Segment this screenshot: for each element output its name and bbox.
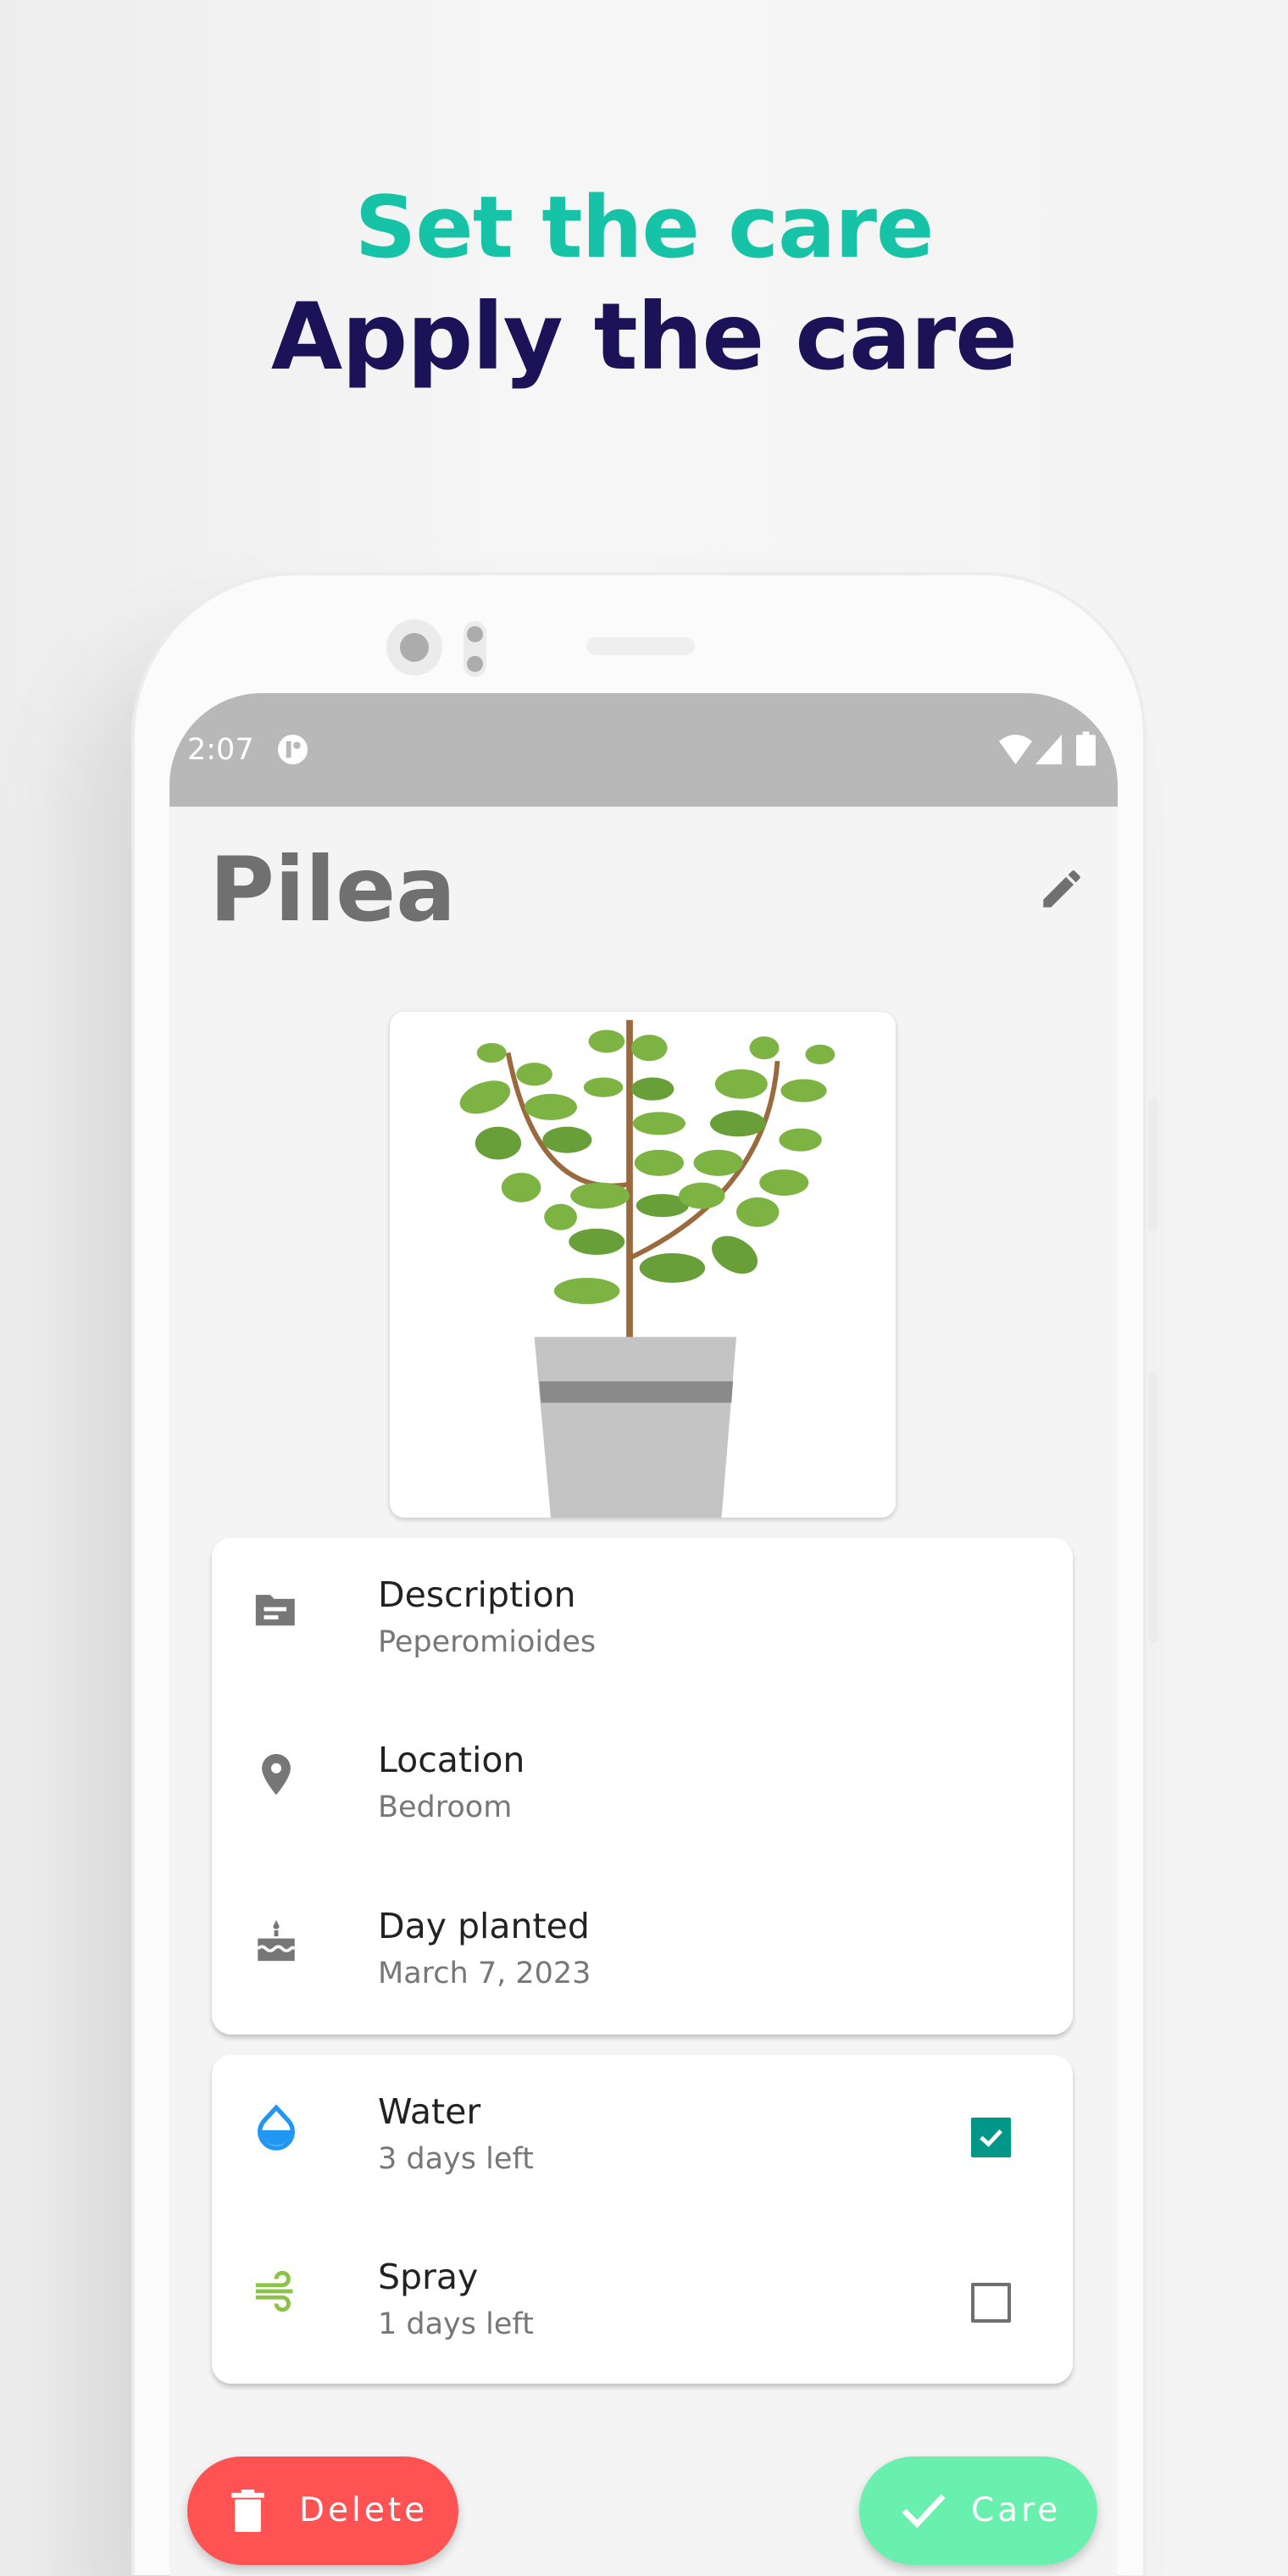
plant-image (390, 1012, 896, 1518)
water-drop-icon (258, 2104, 295, 2151)
care-row-spray[interactable]: Spray 1 days left (212, 2257, 1073, 2372)
cake-icon (256, 1919, 297, 1962)
care-label: Care (971, 2491, 1062, 2529)
plant-title: Pilea (209, 838, 457, 941)
volume-button (1148, 1097, 1158, 1232)
trash-icon (231, 2490, 264, 2532)
promo-canvas: Set the care Apply the care 2:07 Pilea D… (0, 0, 1288, 2576)
status-time: 2:07 (187, 733, 254, 767)
care-value: 3 days left (378, 2142, 534, 2176)
camera-icon (386, 619, 442, 675)
info-value: Bedroom (378, 1790, 513, 1824)
delete-label: Delete (299, 2491, 429, 2529)
spray-checkbox[interactable] (971, 2283, 1011, 2323)
info-value: Peperomioides (378, 1625, 597, 1659)
info-card: Description Peperomioides Location Bedro… (212, 1538, 1073, 2035)
info-row-description: Description Peperomioides (212, 1574, 1073, 1690)
headline-line1: Set the care (354, 177, 935, 277)
pencil-icon[interactable] (1037, 864, 1086, 913)
water-checkbox[interactable] (971, 2118, 1011, 2157)
care-label: Spray (378, 2257, 479, 2297)
info-label: Location (378, 1740, 525, 1780)
info-label: Day planted (378, 1906, 590, 1946)
headline-line2: Apply the care (270, 283, 1018, 391)
plant-illustration (459, 1019, 836, 1518)
signal-icon (1035, 735, 1063, 764)
care-value: 1 days left (378, 2307, 534, 2341)
app-screen: 2:07 Pilea Description Peperomioides Loc… (169, 693, 1118, 2576)
checkmark-icon (902, 2494, 946, 2529)
delete-button[interactable]: Delete (187, 2457, 458, 2565)
wifi-icon (999, 734, 1032, 765)
care-row-water[interactable]: Water 3 days left (212, 2091, 1073, 2207)
care-card: Water 3 days left Spray 1 days left (212, 2055, 1073, 2384)
wind-icon (255, 2270, 293, 2312)
info-value: March 7, 2023 (378, 1957, 591, 1990)
care-button[interactable]: Care (859, 2457, 1097, 2565)
notification-icon (277, 734, 308, 765)
folder-icon (255, 1595, 295, 1626)
check-icon (980, 2129, 1002, 2147)
speaker-grille (586, 637, 695, 655)
care-label: Water (378, 2091, 481, 2132)
power-button (1148, 1372, 1158, 1643)
sensor-icon (464, 621, 486, 677)
location-pin-icon (262, 1753, 291, 1796)
info-row-location: Location Bedroom (212, 1740, 1073, 1855)
status-bar: 2:07 (169, 693, 1118, 807)
battery-icon (1076, 731, 1096, 766)
info-label: Description (378, 1574, 576, 1615)
info-row-day-planted: Day planted March 7, 2023 (212, 1906, 1073, 2021)
